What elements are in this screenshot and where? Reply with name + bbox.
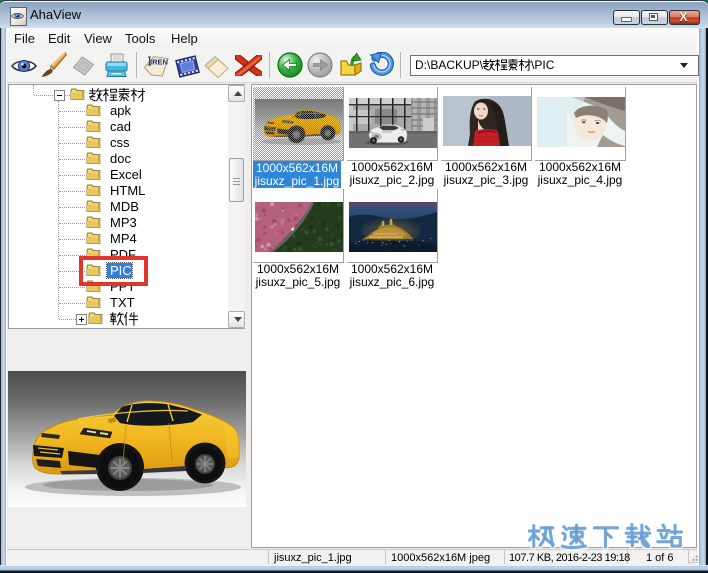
- svg-text:IREN: IREN: [150, 58, 168, 67]
